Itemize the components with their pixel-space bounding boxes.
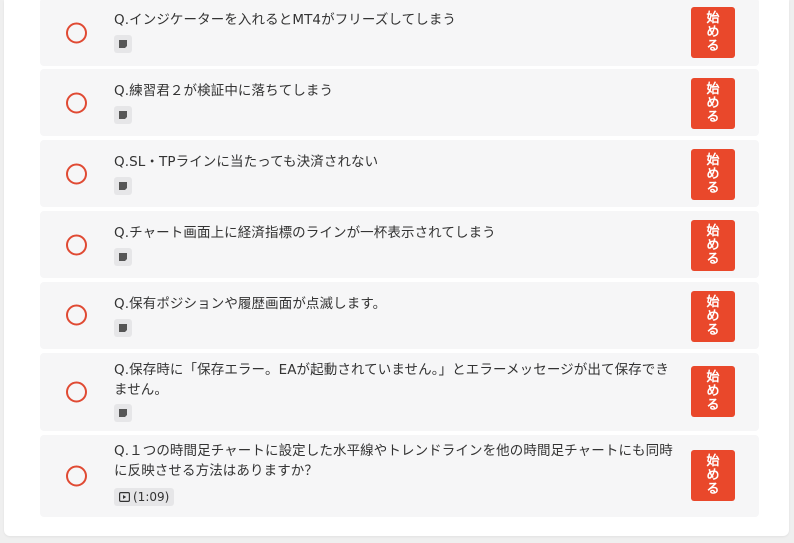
lesson-row[interactable]: Q.インジケーターを入れるとMT4がフリーズしてしまう 始める bbox=[40, 0, 759, 66]
start-button[interactable]: 始める bbox=[691, 149, 735, 200]
lesson-type-badge bbox=[114, 106, 132, 124]
lesson-type-badge bbox=[114, 319, 132, 337]
lesson-row[interactable]: Q.保存時に「保存エラー。EAが起動されていません。」とエラーメッセージが出て保… bbox=[40, 353, 759, 431]
lesson-list-panel: Q.インジケーターを入れるとMT4がフリーズしてしまう 始める Q.練習君２が検… bbox=[4, 0, 789, 536]
lesson-title[interactable]: Q.１つの時間足チャートに設定した水平線やトレンドラインを他の時間足チャートにも… bbox=[114, 441, 674, 481]
incomplete-status-icon bbox=[66, 381, 87, 403]
lesson-title[interactable]: Q.練習君２が検証中に落ちてしまう bbox=[114, 81, 674, 101]
start-button[interactable]: 始める bbox=[691, 450, 735, 501]
lesson-row[interactable]: Q.チャート画面上に経済指標のラインが一杯表示されてしまう 始める bbox=[40, 211, 759, 278]
incomplete-status-icon bbox=[66, 234, 87, 256]
lesson-row[interactable]: Q.練習君２が検証中に落ちてしまう 始める bbox=[40, 69, 759, 136]
lesson-type-badge bbox=[114, 35, 132, 53]
lesson-type-badge: (1:09) bbox=[114, 488, 175, 506]
text-doc-icon bbox=[119, 40, 127, 48]
lesson-row[interactable]: Q.保有ポジションや履歴画面が点滅します。 始める bbox=[40, 282, 759, 349]
lesson-title[interactable]: Q.保存時に「保存エラー。EAが起動されていません。」とエラーメッセージが出て保… bbox=[114, 360, 674, 400]
lesson-title[interactable]: Q.SL・TPラインに当たっても決済されない bbox=[114, 152, 674, 172]
start-button[interactable]: 始める bbox=[691, 220, 735, 271]
text-doc-icon bbox=[119, 111, 127, 119]
lesson-type-badge bbox=[114, 404, 132, 422]
incomplete-status-icon bbox=[66, 92, 87, 114]
text-doc-icon bbox=[119, 409, 127, 417]
lesson-title[interactable]: Q.保有ポジションや履歴画面が点滅します。 bbox=[114, 294, 674, 314]
lesson-row[interactable]: Q.SL・TPラインに当たっても決済されない 始める bbox=[40, 140, 759, 207]
incomplete-status-icon bbox=[66, 304, 87, 326]
lesson-title[interactable]: Q.チャート画面上に経済指標のラインが一杯表示されてしまう bbox=[114, 223, 674, 243]
lesson-type-badge bbox=[114, 177, 132, 195]
text-doc-icon bbox=[119, 324, 127, 332]
lesson-title[interactable]: Q.インジケーターを入れるとMT4がフリーズしてしまう bbox=[114, 10, 674, 30]
incomplete-status-icon bbox=[66, 163, 87, 185]
incomplete-status-icon bbox=[66, 465, 87, 487]
text-doc-icon bbox=[119, 253, 127, 261]
incomplete-status-icon bbox=[66, 22, 87, 44]
lesson-row[interactable]: Q.１つの時間足チャートに設定した水平線やトレンドラインを他の時間足チャートにも… bbox=[40, 435, 759, 517]
start-button[interactable]: 始める bbox=[691, 291, 735, 342]
start-button[interactable]: 始める bbox=[691, 7, 735, 58]
start-button[interactable]: 始める bbox=[691, 78, 735, 129]
video-icon bbox=[119, 492, 130, 502]
text-doc-icon bbox=[119, 182, 127, 190]
video-duration: (1:09) bbox=[133, 490, 170, 504]
lesson-type-badge bbox=[114, 248, 132, 266]
start-button[interactable]: 始める bbox=[691, 366, 735, 417]
